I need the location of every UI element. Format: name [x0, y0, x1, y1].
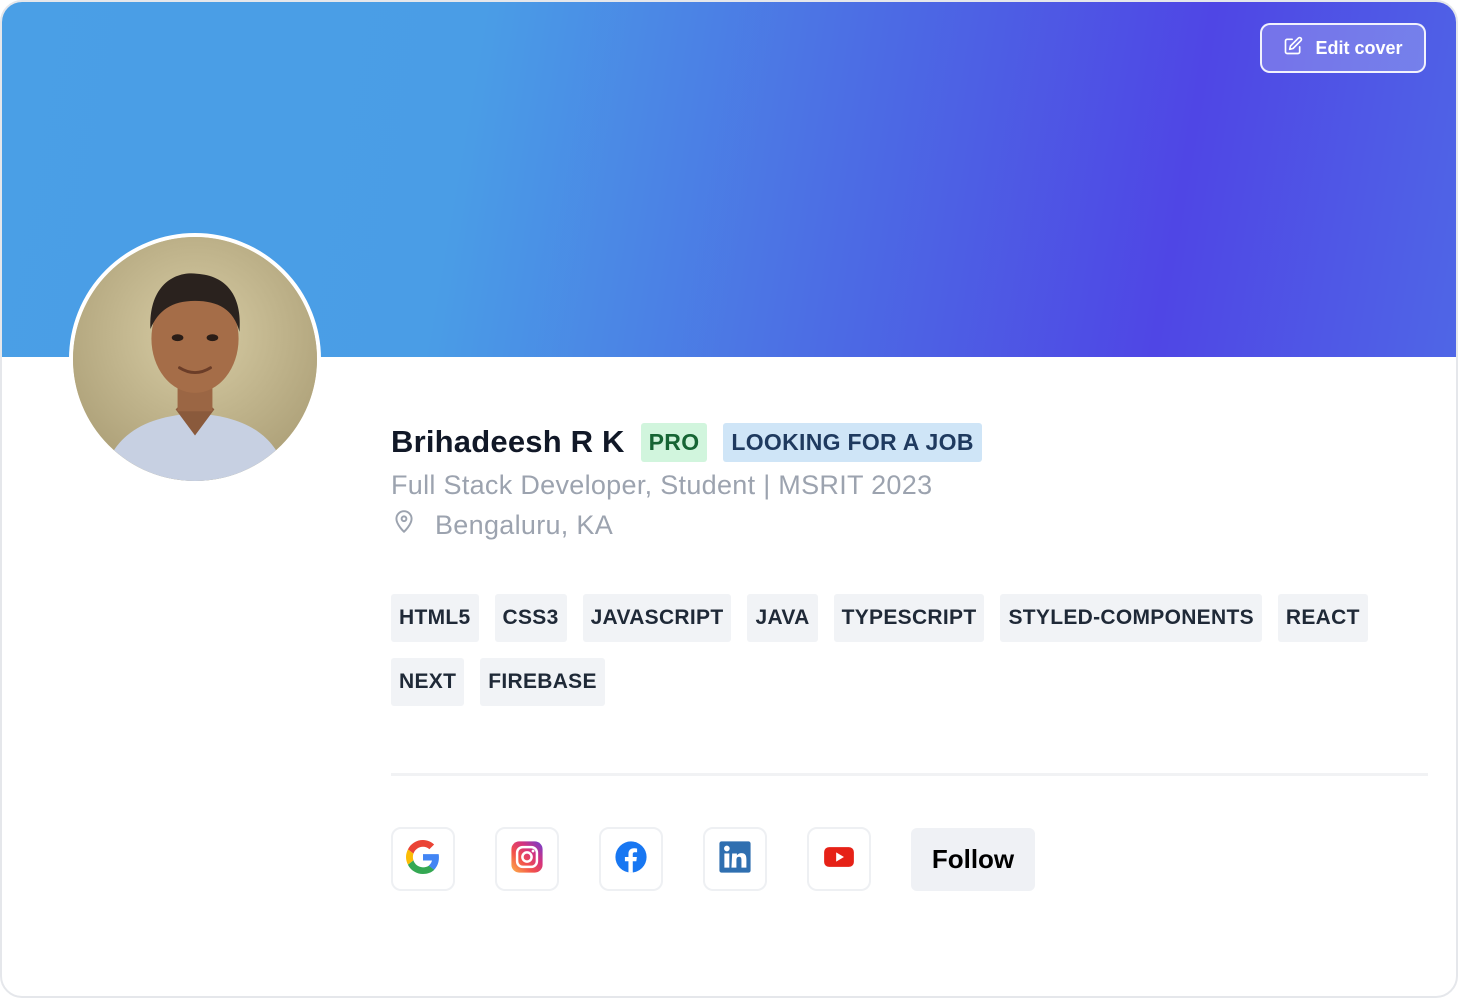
skill-tag: TYPESCRIPT: [833, 594, 985, 642]
follow-button[interactable]: Follow: [911, 827, 1035, 891]
facebook-icon: [614, 840, 648, 879]
social-links: Follow: [391, 827, 1035, 891]
pro-badge: PRO: [640, 422, 708, 462]
map-pin-icon: [391, 509, 417, 542]
profile-headline: Full Stack Developer, Student | MSRIT 20…: [391, 470, 933, 500]
skill-tag: NEXT: [391, 658, 465, 706]
location-text: Bengaluru, KA: [435, 510, 614, 540]
google-link[interactable]: [391, 827, 455, 891]
instagram-link[interactable]: [495, 827, 559, 891]
facebook-link[interactable]: [599, 827, 663, 891]
divider: [391, 773, 1428, 776]
skill-tag: STYLED-COMPONENTS: [1000, 594, 1262, 642]
skill-tag: JAVA: [747, 594, 818, 642]
skill-tag: FIREBASE: [480, 658, 605, 706]
skills-list: HTML5 CSS3 JAVASCRIPT JAVA TYPESCRIPT ST…: [391, 594, 1411, 706]
google-icon: [406, 839, 440, 879]
profile-name: Brihadeesh R K: [391, 424, 625, 459]
skill-tag: JAVASCRIPT: [582, 594, 732, 642]
skill-tag: HTML5: [391, 594, 479, 642]
edit-cover-button[interactable]: Edit cover: [1260, 23, 1426, 73]
youtube-link[interactable]: [807, 827, 871, 891]
edit-cover-label: Edit cover: [1315, 37, 1403, 58]
linkedin-icon: [718, 840, 752, 879]
skill-tag: CSS3: [494, 594, 567, 642]
profile-info: Brihadeesh R K PRO LOOKING FOR A JOB Ful…: [391, 420, 982, 542]
linkedin-link[interactable]: [703, 827, 767, 891]
profile-card: Edit cover Brihadeesh R K PRO LOOKING FO…: [0, 0, 1458, 998]
skill-tag: REACT: [1277, 594, 1368, 642]
profile-location: Bengaluru, KA: [391, 509, 982, 542]
instagram-icon: [510, 840, 544, 879]
youtube-icon: [822, 840, 856, 879]
job-status-badge: LOOKING FOR A JOB: [723, 422, 982, 462]
pencil-square-icon: [1283, 36, 1303, 61]
avatar: [69, 233, 321, 485]
